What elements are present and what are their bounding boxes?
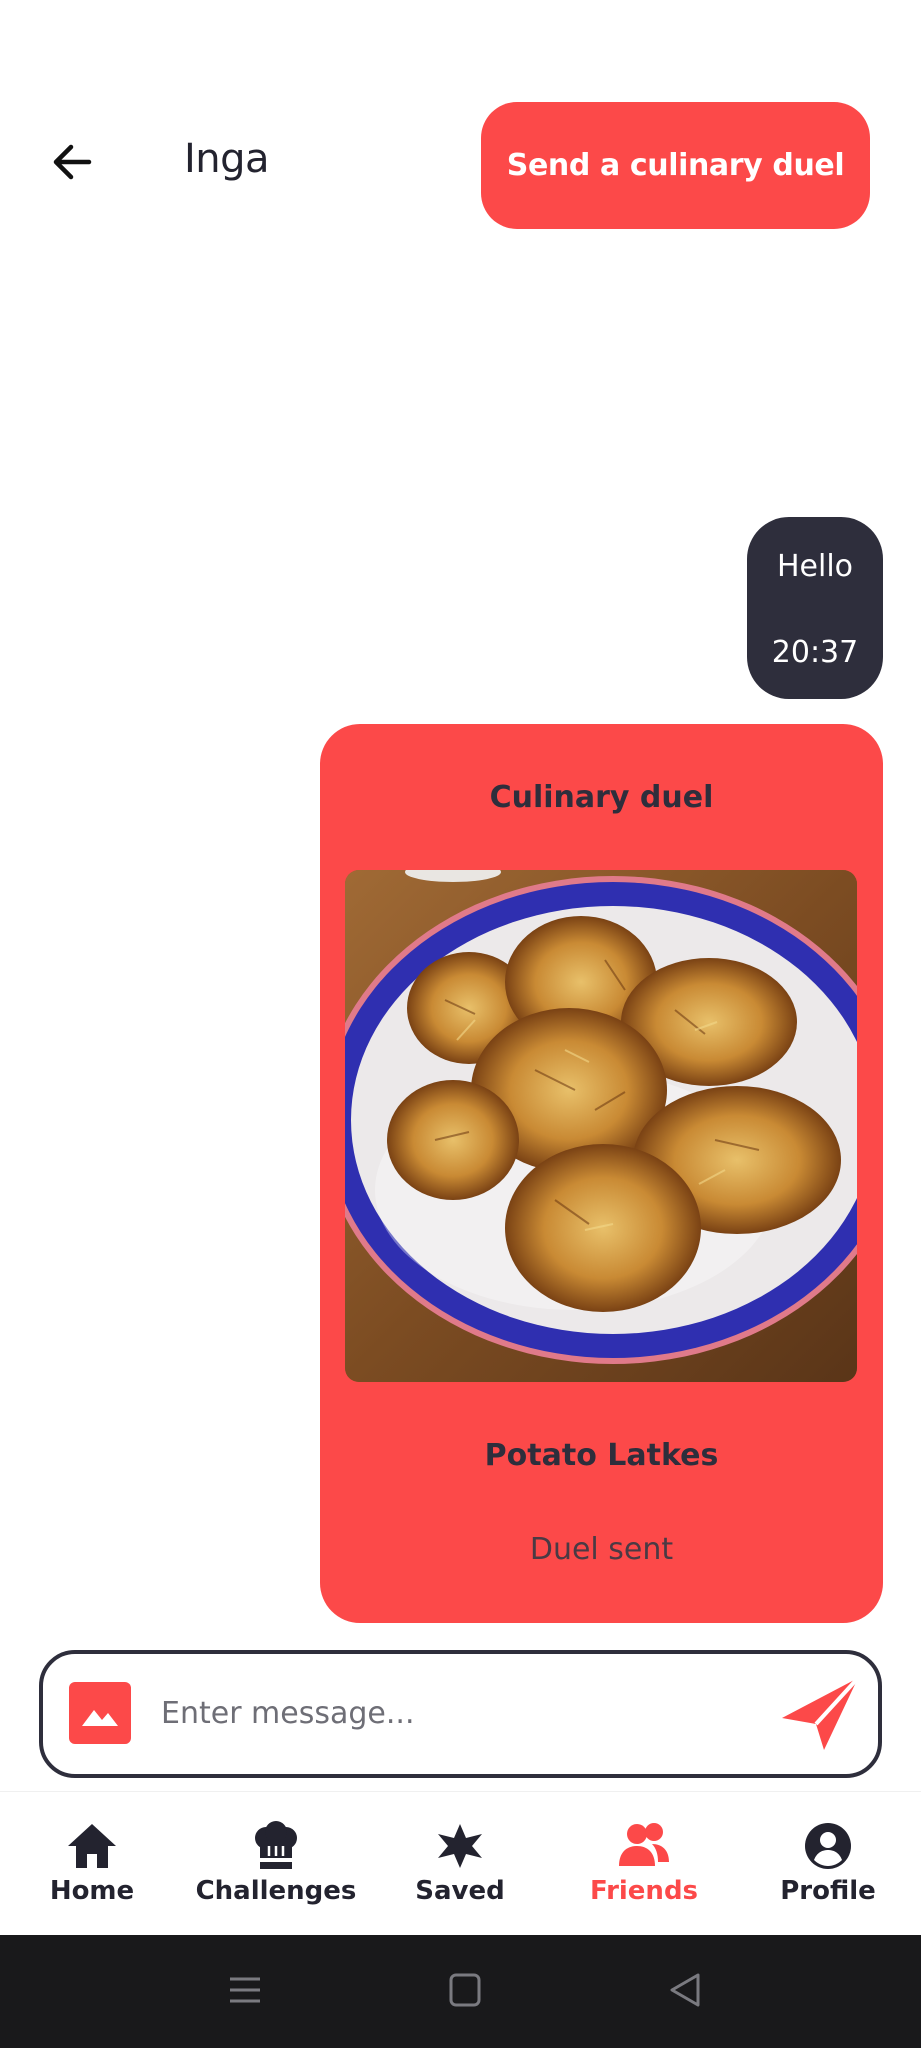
nav-friends[interactable]: Friends (552, 1792, 736, 1936)
bottom-nav: Home Challenges Saved Friends Profile (0, 1791, 921, 1935)
nav-profile[interactable]: Profile (736, 1792, 920, 1936)
nav-label-friends: Friends (589, 1876, 699, 1906)
attach-image-button[interactable] (69, 1682, 131, 1744)
nav-label-profile: Profile (780, 1876, 876, 1906)
chef-hat-icon (255, 1821, 297, 1869)
send-button[interactable] (778, 1672, 862, 1756)
nav-label-saved: Saved (415, 1876, 505, 1906)
message-text: Hello (776, 549, 854, 584)
home-icon (68, 1824, 116, 1868)
system-menu-button[interactable] (220, 1965, 270, 2015)
duel-status: Duel sent (529, 1532, 674, 1567)
menu-icon (230, 1977, 260, 2003)
triangle-back-icon (670, 1973, 700, 2007)
nav-challenges[interactable]: Challenges (184, 1792, 368, 1936)
nav-home[interactable]: Home (0, 1792, 184, 1936)
duel-card-title: Culinary duel (489, 780, 714, 815)
message-input[interactable] (161, 1678, 761, 1748)
system-back-button[interactable] (660, 1965, 710, 2015)
star-icon (438, 1824, 482, 1868)
friends-icon (619, 1823, 669, 1866)
nav-label-challenges: Challenges (195, 1876, 357, 1906)
send-culinary-duel-button[interactable]: Send a culinary duel (481, 102, 870, 229)
duel-card[interactable]: Culinary duel Potato Latkes Duel sent (320, 724, 883, 1623)
image-icon (82, 1710, 118, 1726)
square-icon (449, 1973, 481, 2007)
nav-label-home: Home (49, 1876, 135, 1906)
arrow-left-icon (53, 144, 92, 180)
message-time: 20:37 (771, 635, 859, 670)
system-nav-bar (0, 1935, 921, 2048)
message-composer (39, 1650, 882, 1778)
profile-icon (805, 1823, 851, 1869)
nav-saved[interactable]: Saved (368, 1792, 552, 1936)
system-home-button[interactable] (440, 1965, 490, 2015)
back-button[interactable] (40, 130, 104, 194)
dish-name: Potato Latkes (484, 1438, 719, 1473)
contact-name: Inga (184, 136, 270, 182)
message-bubble: Hello 20:37 (747, 517, 883, 699)
send-icon (782, 1676, 860, 1750)
dish-photo (345, 870, 857, 1382)
